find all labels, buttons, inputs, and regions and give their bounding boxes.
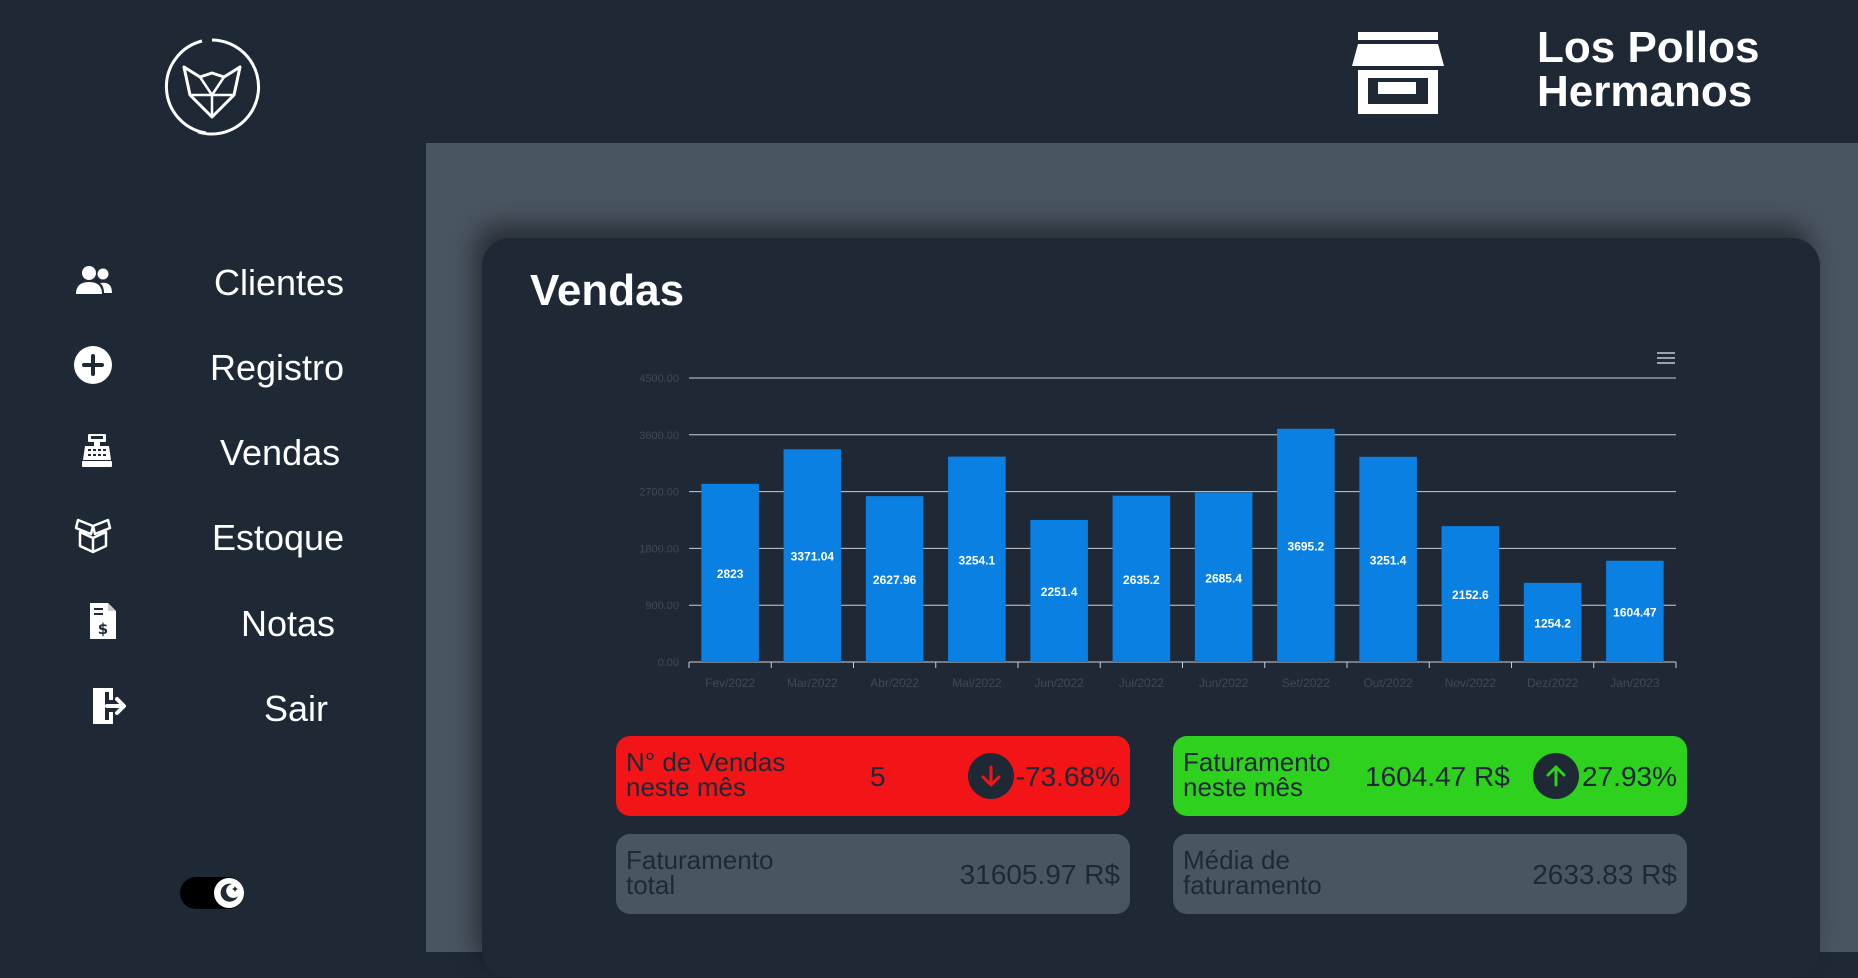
sidebar-item-estoque[interactable]: Estoque <box>0 505 426 565</box>
x-tick-label: Set/2022 <box>1282 676 1330 690</box>
sidebar-item-notas[interactable]: $ Notas <box>0 591 426 651</box>
theme-toggle[interactable] <box>180 877 244 909</box>
bar-data-label: 2685.4 <box>1205 571 1242 585</box>
svg-text:$: $ <box>98 620 108 638</box>
x-tick-label: Jun/2022 <box>1034 676 1084 690</box>
boxes-icon <box>73 515 113 555</box>
bar-data-label: 2627.96 <box>873 573 917 587</box>
y-tick-label: 2700.00 <box>639 487 679 499</box>
kpi-value: 31605.97 R$ <box>959 859 1120 890</box>
kpi-revenue-total: Faturamento total 31605.97 R$ <box>616 834 1130 914</box>
cash-register-icon <box>77 430 117 470</box>
sidebar-item-clientes[interactable]: Clientes <box>0 250 426 310</box>
x-tick-label: Jul/2022 <box>1119 676 1165 690</box>
logout-icon <box>90 686 130 726</box>
sidebar-item-registro[interactable]: Registro <box>0 335 426 395</box>
sales-bar-chart: 0.00 900.00 1800.00 2700.00 3600.00 4500.00 28… <box>639 373 1677 690</box>
x-tick-label: Fev/2022 <box>705 676 755 690</box>
bar-data-label: 3371.04 <box>791 550 835 564</box>
kpi-label: Faturamento total <box>626 845 774 900</box>
bar-data-label: 1254.2 <box>1534 616 1571 630</box>
kpi-change: 27.93% <box>1582 761 1677 792</box>
kpi-label: N° de Vendas neste mês <box>626 747 786 802</box>
sidebar-item-sair[interactable]: Sair <box>0 676 426 736</box>
bar-data-label: 1604.47 <box>1613 605 1657 619</box>
x-tick-label: Nov/2022 <box>1445 676 1497 690</box>
users-icon <box>74 260 114 300</box>
bar-data-label: 2823 <box>717 567 744 581</box>
arrow-up-icon <box>1533 753 1579 799</box>
x-tick-label: Out/2022 <box>1363 676 1413 690</box>
kpi-revenue-average: Média de faturamento 2633.83 R$ <box>1173 834 1687 914</box>
y-tick-label: 3600.00 <box>639 430 679 442</box>
sidebar-item-label: Estoque <box>212 517 345 558</box>
sidebar-item-vendas[interactable]: Vendas <box>0 420 426 480</box>
sidebar: Clientes Registro Vendas Estoque $ Notas… <box>0 0 426 952</box>
bar-data-label: 2251.4 <box>1041 585 1078 599</box>
moon-icon <box>214 878 244 908</box>
sidebar-item-label: Registro <box>210 347 345 388</box>
sidebar-item-label: Vendas <box>220 432 341 473</box>
x-tick-label: Jan/2023 <box>1610 676 1660 690</box>
invoice-icon: $ <box>83 601 123 641</box>
x-tick-label: Abr/2022 <box>870 676 919 690</box>
plus-circle-icon <box>73 345 113 385</box>
x-tick-label: Mai/2022 <box>952 676 1002 690</box>
bar-data-label: 3251.4 <box>1370 553 1407 567</box>
x-tick-label: Dez/2022 <box>1527 676 1579 690</box>
y-tick-label: 4500.00 <box>639 373 679 385</box>
brand-name-line1: Los Pollos <box>1537 23 1760 72</box>
bar-data-label: 3695.2 <box>1288 539 1325 553</box>
sidebar-item-label: Sair <box>264 688 329 729</box>
brand-name-line2: Hermanos <box>1537 67 1753 116</box>
fox-logo-icon[interactable] <box>162 37 262 137</box>
store-icon <box>1352 32 1444 114</box>
kpi-revenue-month: Faturamento neste mês 1604.47 R$ 27.93% <box>1173 736 1687 816</box>
kpi-value: 1604.47 R$ <box>1365 761 1510 792</box>
y-tick-label: 1800.00 <box>639 543 679 555</box>
sidebar-item-label: Clientes <box>214 262 345 303</box>
bar-data-label: 2635.2 <box>1123 573 1160 587</box>
kpi-value: 2633.83 R$ <box>1532 859 1677 890</box>
kpi-value: 5 <box>870 761 886 792</box>
kpi-sales-count: N° de Vendas neste mês 5 -73.68% <box>616 736 1130 816</box>
kpi-label: Faturamento neste mês <box>1183 747 1331 802</box>
x-tick-label: Jun/2022 <box>1199 676 1249 690</box>
sidebar-item-label: Notas <box>241 603 336 644</box>
kpi-change: -73.68% <box>1015 761 1120 792</box>
y-tick-label: 900.00 <box>645 600 679 612</box>
y-tick-label: 0.00 <box>658 657 679 669</box>
bar-data-label: 3254.1 <box>959 553 996 567</box>
arrow-down-icon <box>968 753 1014 799</box>
x-tick-label: Mar/2022 <box>787 676 838 690</box>
bar-data-label: 2152.6 <box>1452 588 1489 602</box>
kpi-label: Média de faturamento <box>1183 845 1322 900</box>
brand-name: Los Pollos Hermanos <box>1537 26 1759 114</box>
